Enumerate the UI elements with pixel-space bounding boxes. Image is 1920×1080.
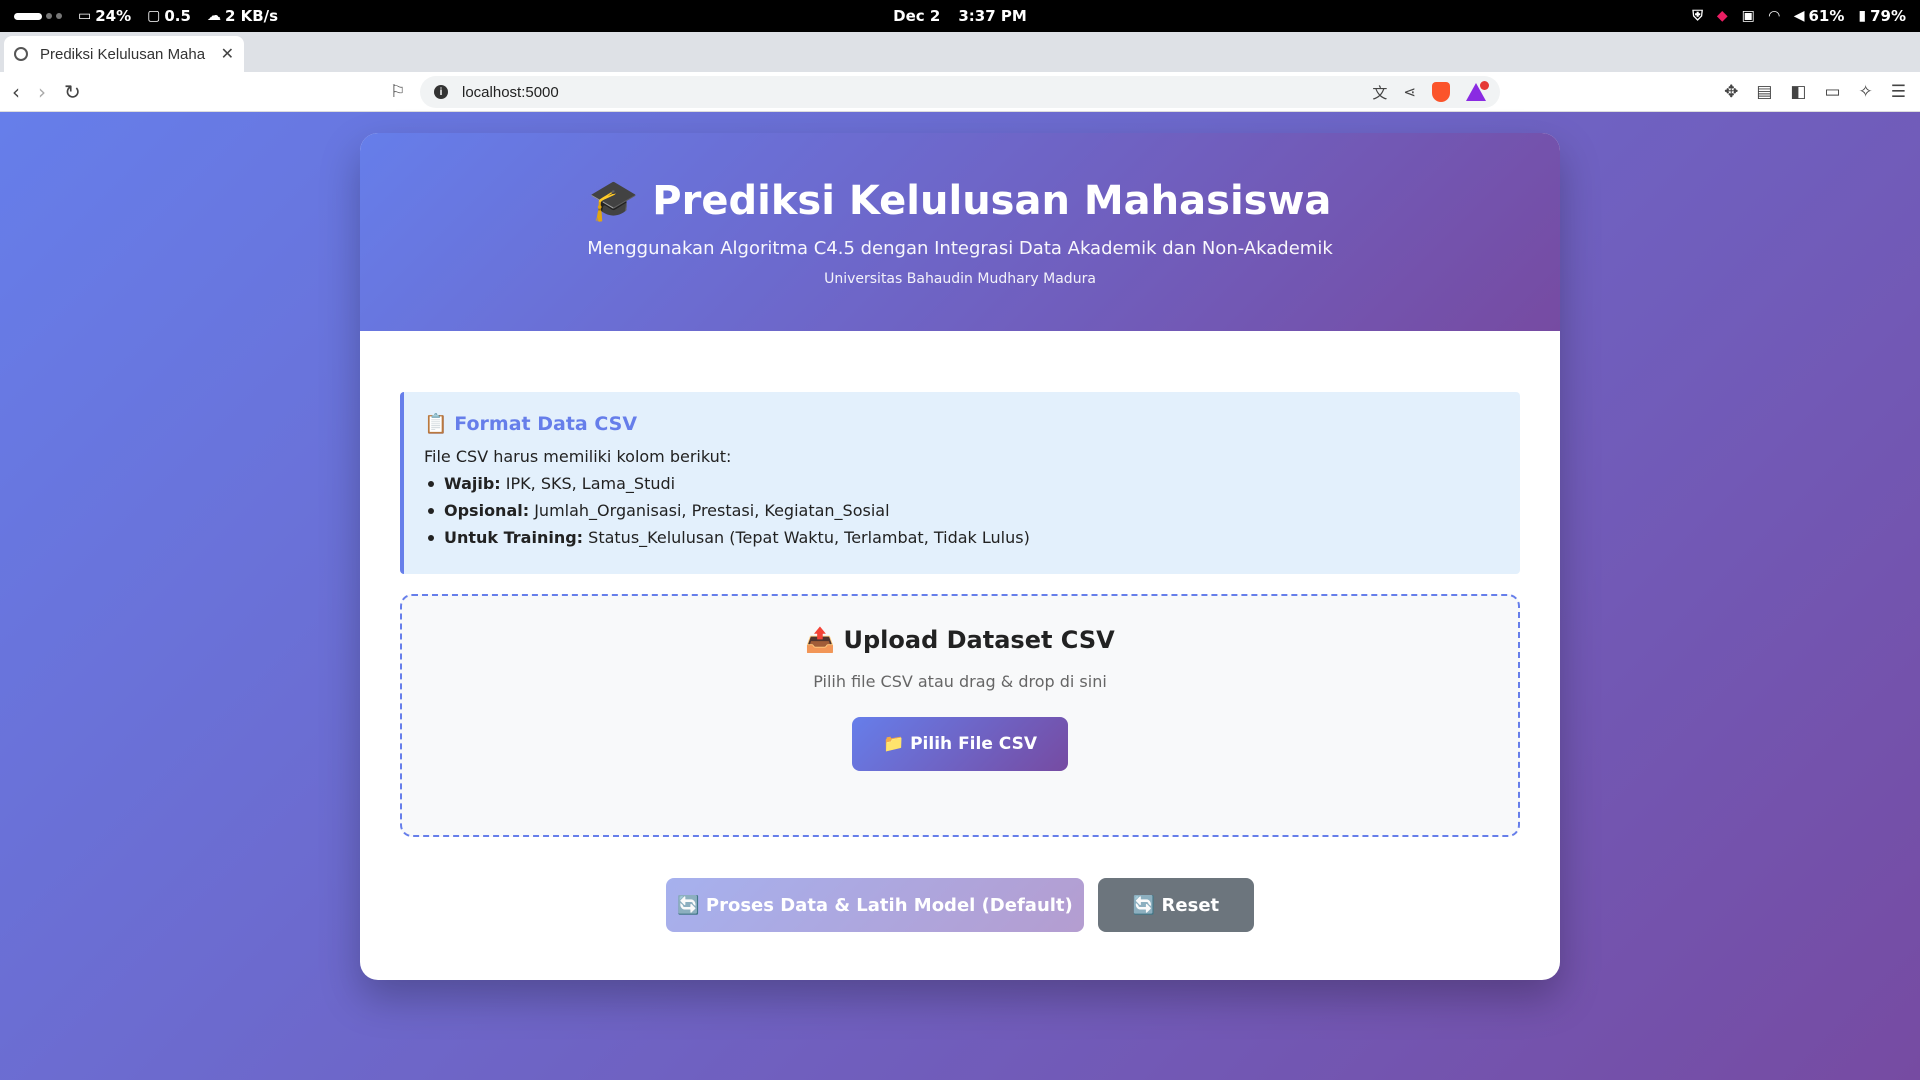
item-value: Status_Kelulusan (Tepat Waktu, Terlambat… [583, 528, 1030, 547]
page-subtitle: Menggunakan Algoritma C4.5 dengan Integr… [587, 238, 1333, 259]
bookmark-icon[interactable]: ⚐ [390, 82, 405, 102]
battery-value: 79% [1870, 7, 1906, 25]
time-text: 3:37 PM [958, 7, 1027, 25]
volume-indicator[interactable]: ◀ 61% [1794, 7, 1845, 25]
translate-icon[interactable]: 文 [1372, 82, 1387, 103]
item-label: Wajib: [444, 474, 501, 493]
tab-title: Prediksi Kelulusan Maha [40, 45, 206, 63]
item-value: Jumlah_Organisasi, Prestasi, Kegiatan_So… [529, 501, 890, 520]
clipboard-icon[interactable]: ▣ [1742, 8, 1755, 24]
sidebar-icon[interactable]: ◧ [1790, 82, 1806, 102]
browser-toolbar: ‹ › ↻ ⚐ i localhost:5000 文 ⋖ ✥ ▤ ◧ ▭ ✧ ☰ [0, 72, 1920, 112]
page-header: 🎓 Prediksi Kelulusan Mahasiswa Menggunak… [360, 133, 1560, 331]
forward-icon[interactable]: › [38, 80, 46, 104]
list-item: Untuk Training: Status_Kelulusan (Tepat … [424, 528, 1500, 547]
csv-format-info: 📋 Format Data CSV File CSV harus memilik… [400, 392, 1520, 574]
address-bar[interactable]: i localhost:5000 文 ⋖ [420, 76, 1500, 108]
url-text[interactable]: localhost:5000 [462, 84, 1372, 101]
app-tray-icon[interactable]: ◆ [1717, 8, 1728, 24]
upload-dropzone[interactable]: 📤 Upload Dataset CSV Pilih file CSV atau… [400, 594, 1520, 837]
choose-file-button[interactable]: 📁 Pilih File CSV [852, 717, 1068, 771]
action-buttons: 🔄 Proses Data & Latih Model (Default) 🔄 … [360, 878, 1560, 932]
format-intro: File CSV harus memiliki kolom berikut: [424, 447, 732, 466]
browser-tab-strip: Prediksi Kelulusan Maha ✕ + — ❐ ✕ [0, 32, 1920, 96]
site-info-icon[interactable]: i [434, 85, 448, 99]
university-name: Universitas Bahaudin Mudhary Madura [824, 271, 1096, 287]
list-item: Wajib: IPK, SKS, Lama_Studi [424, 474, 1500, 493]
battery-icon: ▮ [1858, 8, 1867, 24]
upload-hint: Pilih file CSV atau drag & drop di sini [813, 672, 1107, 691]
format-list: Wajib: IPK, SKS, Lama_Studi Opsional: Ju… [424, 474, 1500, 547]
date-text: Dec 2 [893, 7, 941, 25]
wifi-icon[interactable]: ◠ [1769, 8, 1780, 24]
extensions-icon[interactable]: ✥ [1724, 82, 1738, 102]
os-status-bar: ▭ 24% ▢ 0.5 ☁ 2 KB/s Dec 2 3:37 PM ⛨ ◆ ▣… [0, 0, 1920, 32]
browser-tab[interactable]: Prediksi Kelulusan Maha ✕ [4, 36, 244, 72]
item-label: Opsional: [444, 501, 530, 520]
share-icon[interactable]: ⋖ [1403, 83, 1416, 101]
item-label: Untuk Training: [444, 528, 584, 547]
notification-badge [1480, 81, 1489, 90]
brave-shields-icon[interactable] [1432, 82, 1450, 102]
globe-icon [14, 47, 28, 61]
item-value: IPK, SKS, Lama_Studi [500, 474, 676, 493]
wallet-icon[interactable]: ▭ [1824, 82, 1840, 102]
rewards-icon[interactable] [1466, 81, 1489, 101]
page-title: 🎓 Prediksi Kelulusan Mahasiswa [588, 178, 1332, 224]
volume-value: 61% [1808, 7, 1845, 25]
menu-icon[interactable]: ☰ [1891, 82, 1906, 102]
leo-ai-icon[interactable]: ✧ [1859, 82, 1873, 102]
close-icon[interactable]: ✕ [221, 44, 234, 64]
battery-indicator[interactable]: ▮ 79% [1858, 7, 1906, 25]
list-item: Opsional: Jumlah_Organisasi, Prestasi, K… [424, 501, 1500, 520]
upload-heading: 📤 Upload Dataset CSV [805, 626, 1115, 654]
process-train-button[interactable]: 🔄 Proses Data & Latih Model (Default) [666, 878, 1084, 932]
page-background: 🎓 Prediksi Kelulusan Mahasiswa Menggunak… [0, 112, 1920, 1080]
reload-icon[interactable]: ↻ [64, 80, 81, 104]
main-card: 🎓 Prediksi Kelulusan Mahasiswa Menggunak… [360, 133, 1560, 980]
media-icon[interactable]: ▤ [1756, 82, 1772, 102]
reset-button[interactable]: 🔄 Reset [1098, 878, 1254, 932]
shield-icon[interactable]: ⛨ [1692, 8, 1703, 24]
format-heading: 📋 Format Data CSV [424, 413, 638, 435]
back-icon[interactable]: ‹ [12, 80, 20, 104]
clock[interactable]: Dec 2 3:37 PM [0, 0, 1920, 32]
speaker-icon: ◀ [1793, 8, 1805, 24]
